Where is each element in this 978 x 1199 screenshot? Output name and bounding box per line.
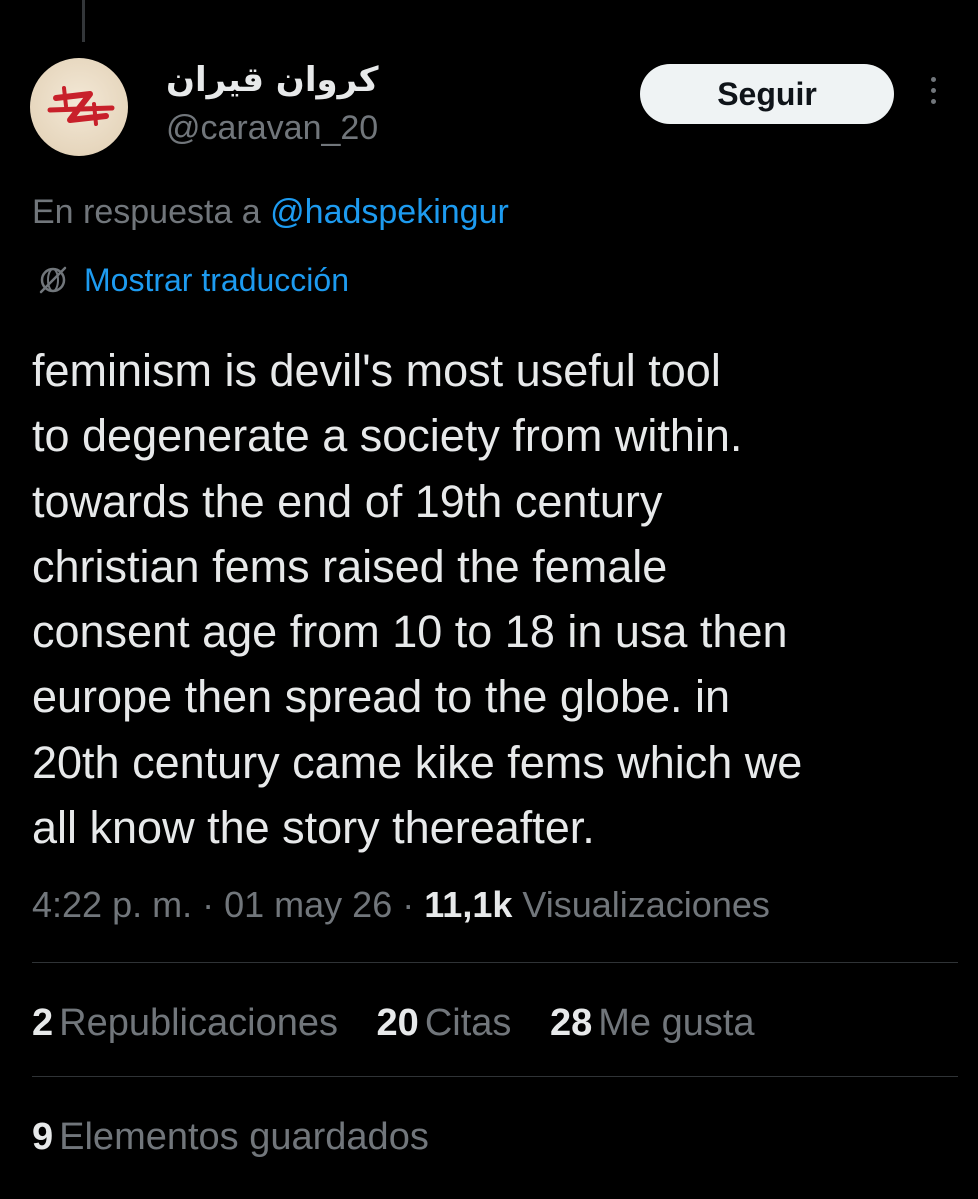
more-dots-vertical-icon[interactable] bbox=[926, 74, 940, 114]
reposts-label: Republicaciones bbox=[59, 1002, 338, 1044]
quotes-count: 20 bbox=[376, 1002, 419, 1044]
divider bbox=[32, 1076, 958, 1077]
tweet-header: کروان قیران @caravan_20 Seguir bbox=[30, 58, 960, 158]
tweet-meta: 4:22 p. m. · 01 may 26 · 11,1k Visualiza… bbox=[32, 880, 770, 930]
avatar[interactable] bbox=[30, 58, 128, 156]
bookmarks-count: 9 bbox=[32, 1116, 54, 1158]
meta-separator: · bbox=[202, 884, 215, 925]
author-handle[interactable]: @caravan_20 bbox=[166, 108, 378, 148]
bookmarks-label: Elementos guardados bbox=[59, 1116, 429, 1158]
show-translation-label: Mostrar traducción bbox=[84, 262, 349, 298]
reposts-stat[interactable]: 2 Republicaciones bbox=[32, 998, 338, 1048]
likes-stat[interactable]: 28 Me gusta bbox=[550, 998, 755, 1048]
show-translation-link[interactable]: Mostrar traducción bbox=[36, 258, 349, 302]
tweet-time[interactable]: 4:22 p. m. bbox=[32, 884, 192, 925]
quotes-label: Citas bbox=[424, 1002, 512, 1044]
reply-mention-link[interactable]: @hadspekingur bbox=[270, 193, 509, 231]
reposts-count: 2 bbox=[32, 1002, 54, 1044]
globe-icon bbox=[36, 263, 70, 297]
likes-label: Me gusta bbox=[598, 1002, 755, 1044]
follow-button[interactable]: Seguir bbox=[640, 64, 894, 124]
tweet-date[interactable]: 01 may 26 bbox=[224, 884, 392, 925]
tweet-body-text: feminism is devil's most useful tool to … bbox=[32, 345, 803, 854]
avatar-glyph-icon bbox=[47, 86, 115, 126]
meta-separator: · bbox=[402, 884, 415, 925]
divider bbox=[32, 962, 958, 963]
engagement-stats: 2 Republicaciones 20 Citas 28 Me gusta bbox=[32, 998, 783, 1048]
thread-connector-line bbox=[82, 0, 85, 42]
author-display-name[interactable]: کروان قیران bbox=[166, 60, 379, 100]
reply-context: En respuesta a @hadspekingur bbox=[32, 190, 509, 234]
views-count: 11,1k bbox=[424, 884, 513, 925]
likes-count: 28 bbox=[549, 1002, 593, 1044]
views-label: Visualizaciones bbox=[522, 884, 770, 925]
bookmarks-stat[interactable]: 9 Elementos guardados bbox=[32, 1112, 429, 1162]
quotes-stat[interactable]: 20 Citas bbox=[377, 998, 512, 1048]
reply-prefix: En respuesta a bbox=[32, 193, 261, 231]
